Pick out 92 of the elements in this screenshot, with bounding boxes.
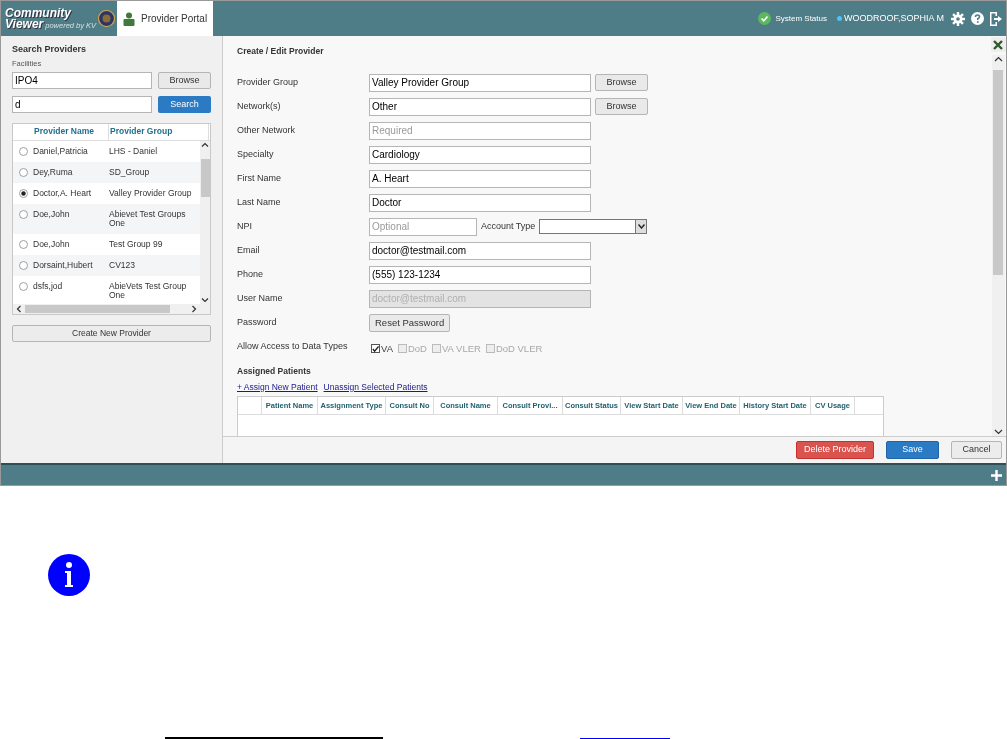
browse-button[interactable]: Browse xyxy=(158,71,211,89)
action-link[interactable]: + Assign New Patient xyxy=(237,380,318,394)
action-button[interactable]: Delete Provider xyxy=(796,441,874,459)
horizontal-scrollbar[interactable] xyxy=(13,303,210,314)
scroll-left-icon[interactable] xyxy=(16,304,22,313)
logo-text: Viewer xyxy=(5,18,44,30)
text-field[interactable]: (555) 123-1234 xyxy=(369,265,591,284)
field-label: Specialty xyxy=(237,148,275,161)
text-field[interactable]: doctor@testmail.com xyxy=(369,241,591,260)
text-field[interactable]: Required xyxy=(369,121,591,140)
provider-group: LHS - Daniel xyxy=(109,146,199,156)
field-label: User Name xyxy=(237,292,284,305)
logout-icon[interactable] xyxy=(990,11,1002,26)
facility-field[interactable]: IPO4 xyxy=(12,71,152,89)
provider-name: Dey,Ruma xyxy=(33,167,74,177)
data-type-checkbox[interactable]: VA xyxy=(371,341,393,356)
close-button[interactable] xyxy=(990,37,1006,52)
scroll-down-icon[interactable] xyxy=(993,427,1003,436)
vertical-scrollbar[interactable] xyxy=(991,55,1005,436)
field-label: Email xyxy=(237,244,261,257)
seal-icon xyxy=(98,10,116,27)
provider-group: SD_Group xyxy=(109,167,199,177)
provider-name: Dorsaint,Hubert xyxy=(33,260,94,270)
form-title: Create / Edit Provider xyxy=(237,45,325,58)
provider-group: Test Group 99 xyxy=(109,239,199,249)
provider-name: Doe,John xyxy=(33,239,71,249)
check-circle-icon xyxy=(758,12,772,25)
radio-button[interactable] xyxy=(18,260,28,270)
create-provider-button[interactable]: Create New Provider xyxy=(12,324,211,342)
field-label: NPI xyxy=(237,220,253,233)
text-field[interactable]: A. Heart xyxy=(369,169,591,188)
scroll-right-icon[interactable] xyxy=(191,304,197,313)
provider-name: Daniel,Patricia xyxy=(33,146,89,156)
column-header[interactable]: Provider Group xyxy=(109,123,209,140)
field-label: Other Network xyxy=(237,124,297,137)
scrollbar-thumb[interactable] xyxy=(200,158,210,197)
field-label: Account Type xyxy=(481,220,536,233)
caret-icon xyxy=(637,224,645,230)
close-icon xyxy=(993,39,1003,50)
logo-text: Community xyxy=(5,7,73,19)
field-label: Allow Access to Data Types xyxy=(237,340,349,353)
provider-name: Doe,John xyxy=(33,209,71,219)
provider-name: dsfs,jod xyxy=(33,281,64,291)
vertical-scrollbar[interactable] xyxy=(200,140,210,304)
radio-button[interactable] xyxy=(18,146,28,156)
radio-button[interactable] xyxy=(18,167,28,177)
person-icon xyxy=(123,11,135,26)
npi-field[interactable]: Optional xyxy=(369,217,477,236)
provider-group: CV123 xyxy=(109,260,199,270)
field-label: Phone xyxy=(237,268,265,281)
check-icon xyxy=(372,344,379,353)
radio-button[interactable] xyxy=(18,209,28,219)
system-status-link[interactable]: System Status xyxy=(775,12,827,25)
field-label: Password xyxy=(237,316,278,329)
column-header[interactable]: Provider Name xyxy=(33,123,109,140)
plus-icon[interactable] xyxy=(991,469,1002,481)
scroll-down-icon[interactable] xyxy=(201,295,209,304)
field-label: Last Name xyxy=(237,196,282,209)
text-field[interactable]: Other xyxy=(369,97,591,116)
provider-group: Abievet Test Groups One xyxy=(109,209,199,228)
search-field[interactable]: d xyxy=(12,95,152,113)
radio-button[interactable] xyxy=(18,239,28,249)
radio-button[interactable] xyxy=(18,188,28,198)
action-button[interactable]: Cancel xyxy=(951,441,1002,459)
section-title: Assigned Patients xyxy=(237,364,312,378)
search-button[interactable]: Search xyxy=(158,95,211,113)
provider-group: Valley Provider Group xyxy=(109,188,199,198)
scroll-up-icon[interactable] xyxy=(993,55,1003,64)
scrollbar-thumb[interactable] xyxy=(993,70,1003,275)
user-name[interactable]: WOODROOF,SOPHIA M xyxy=(844,11,944,26)
text-field[interactable]: Cardiology xyxy=(369,145,591,164)
browse-button[interactable]: Browse xyxy=(595,98,648,116)
account-type-select[interactable] xyxy=(539,219,648,235)
settings-icon[interactable] xyxy=(951,11,965,26)
text-field[interactable]: Doctor xyxy=(369,193,591,212)
field-label: Provider Group xyxy=(237,76,300,89)
panel-title: Search Providers xyxy=(12,43,88,56)
browse-button[interactable]: Browse xyxy=(595,74,648,92)
portal-tab[interactable]: Provider Portal xyxy=(117,1,214,36)
scrollbar-thumb[interactable] xyxy=(25,304,170,313)
field-label: Network(s) xyxy=(237,100,282,113)
action-link[interactable]: Unassign Selected Patients xyxy=(323,380,428,394)
scroll-up-icon[interactable] xyxy=(201,140,209,149)
action-button[interactable]: Save xyxy=(886,441,939,459)
text-field[interactable]: Valley Provider Group xyxy=(369,73,591,92)
radio-button[interactable] xyxy=(18,281,28,291)
field-label: First Name xyxy=(237,172,282,185)
info-icon xyxy=(48,554,90,596)
reset-password-button[interactable]: Reset Password xyxy=(369,313,451,332)
provider-name: Doctor,A. Heart xyxy=(33,188,93,198)
provider-group: AbieVets Test Group One xyxy=(109,281,199,300)
help-icon[interactable] xyxy=(971,12,984,25)
